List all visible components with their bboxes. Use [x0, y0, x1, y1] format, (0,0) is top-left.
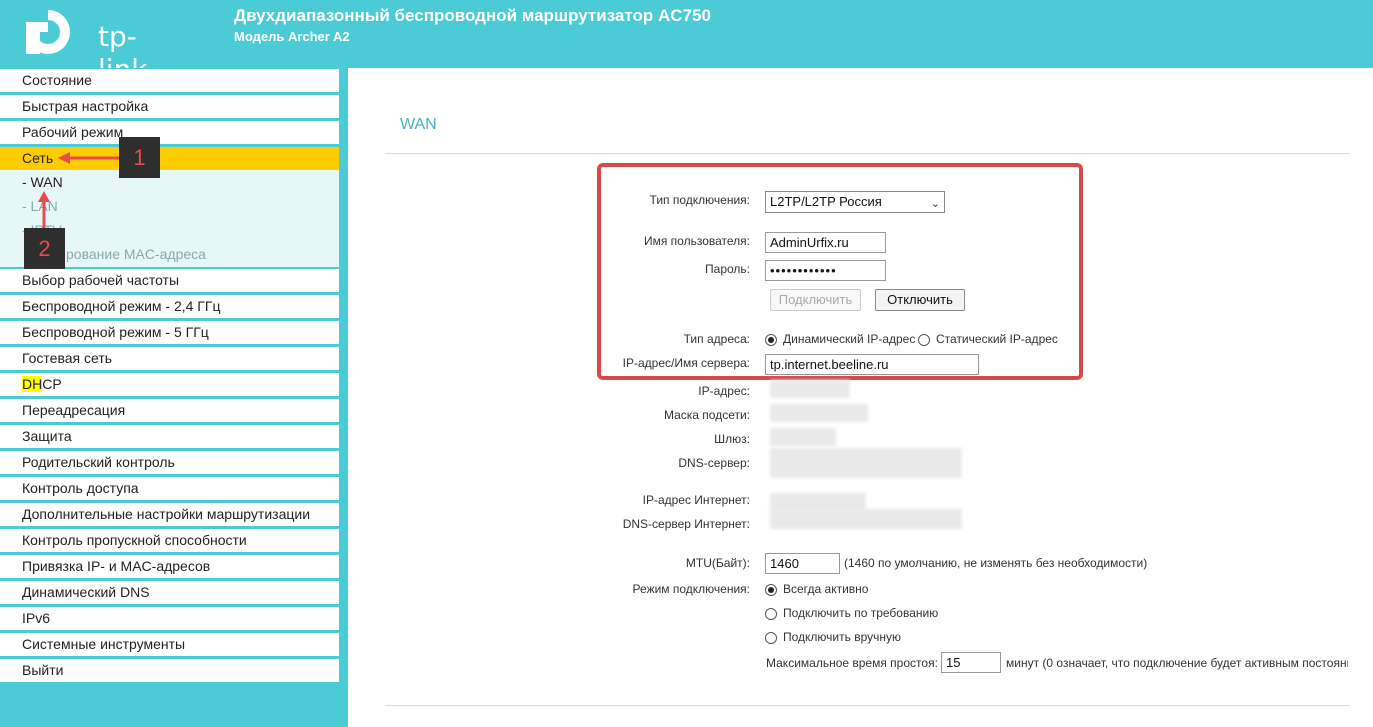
mode-always-radio[interactable]: [765, 584, 777, 596]
mode-manual-radio[interactable]: [765, 632, 777, 644]
sidebar-item-forwarding[interactable]: Переадресация: [0, 399, 339, 422]
sidebar-item-ddns[interactable]: Динамический DNS: [0, 581, 339, 604]
page-title: Двухдиапазонный беспроводной маршрутизат…: [234, 6, 711, 25]
sidebar-item-bandwidth[interactable]: Контроль пропускной способности: [0, 529, 339, 552]
idle-hint: минут (0 означает, что подключение будет…: [1006, 656, 1348, 670]
mtu-label: MTU(Байт):: [685, 556, 750, 570]
highlight-frame: [597, 163, 1083, 380]
dhcp-rest: CP: [42, 376, 62, 392]
sidebar-item-operation-mode[interactable]: Рабочий режим: [0, 121, 339, 144]
sidebar-item-wireless-24[interactable]: Беспроводной режим - 2,4 ГГц: [0, 295, 339, 318]
mode-label: Режим подключения:: [632, 582, 750, 596]
idle-label: Максимальное время простоя:: [766, 656, 938, 670]
inet-dns-value-blurred: [770, 509, 962, 529]
inet-dns-label: DNS-сервер Интернет:: [622, 517, 750, 531]
sidebar-item-ipv6[interactable]: IPv6: [0, 607, 339, 630]
mode-manual-label: Подключить вручную: [783, 630, 901, 644]
ip-label: IP-адрес:: [698, 384, 750, 398]
tp-link-logo: tp-link: [22, 6, 182, 86]
mode-always-label: Всегда активно: [783, 582, 869, 596]
header: tp-link Двухдиапазонный беспроводной мар…: [0, 0, 1373, 86]
sidebar-item-security[interactable]: Защита: [0, 425, 339, 448]
annotation-marker-1: 1: [119, 137, 160, 178]
sidebar-item-access[interactable]: Контроль доступа: [0, 477, 339, 500]
sidebar: Состояние Быстрая настройка Рабочий режи…: [0, 68, 348, 727]
model-name: Модель Archer A2: [234, 29, 350, 44]
ip-value-blurred: [770, 380, 850, 398]
sidebar-item-routing[interactable]: Дополнительные настройки маршрутизации: [0, 503, 339, 526]
sidebar-item-logout[interactable]: Выйти: [0, 659, 339, 682]
sidebar-item-parental[interactable]: Родительский контроль: [0, 451, 339, 474]
annotation-marker-2: 2: [24, 228, 65, 269]
sidebar-item-guest[interactable]: Гостевая сеть: [0, 347, 339, 370]
sidebar-item-frequency[interactable]: Выбор рабочей частоты: [0, 269, 339, 292]
sidebar-item-binding[interactable]: Привязка IP- и MAC-адресов: [0, 555, 339, 578]
sidebar-subitem-clone-mac[interactable]: рование MAC-адреса: [66, 246, 206, 262]
tp-link-logo-icon: [26, 10, 70, 54]
dhcp-highlight: DH: [22, 376, 43, 392]
sidebar-item-quick-setup[interactable]: Быстрая настройка: [0, 95, 339, 118]
mtu-hint: (1460 по умолчанию, не изменять без необ…: [844, 556, 1148, 570]
sidebar-item-system-tools[interactable]: Системные инструменты: [0, 633, 339, 656]
idle-input[interactable]: 15: [941, 652, 1001, 673]
mode-demand-label: Подключить по требованию: [783, 606, 939, 620]
sidebar-item-wireless-5[interactable]: Беспроводной режим - 5 ГГц: [0, 321, 339, 344]
gateway-value-blurred: [770, 428, 836, 446]
gateway-label: Шлюз:: [714, 432, 750, 446]
dns-value-blurred: [770, 448, 962, 478]
dns-label: DNS-сервер:: [678, 456, 750, 470]
mask-label: Маска подсети:: [663, 408, 750, 422]
main-panel: WAN Тип подключения: L2TP/L2TP Россия ⌄ …: [348, 68, 1373, 727]
sidebar-item-dhcp[interactable]: DHCP: [0, 373, 339, 396]
sidebar-item-status[interactable]: Состояние: [0, 69, 339, 92]
section-title: WAN: [400, 116, 437, 133]
mode-demand-radio[interactable]: [765, 608, 777, 620]
inet-ip-label: IP-адрес Интернет:: [642, 493, 750, 507]
mtu-input[interactable]: 1460: [765, 553, 840, 574]
mask-value-blurred: [770, 404, 868, 422]
divider-top: [385, 153, 1350, 154]
divider-bottom: [385, 705, 1350, 706]
